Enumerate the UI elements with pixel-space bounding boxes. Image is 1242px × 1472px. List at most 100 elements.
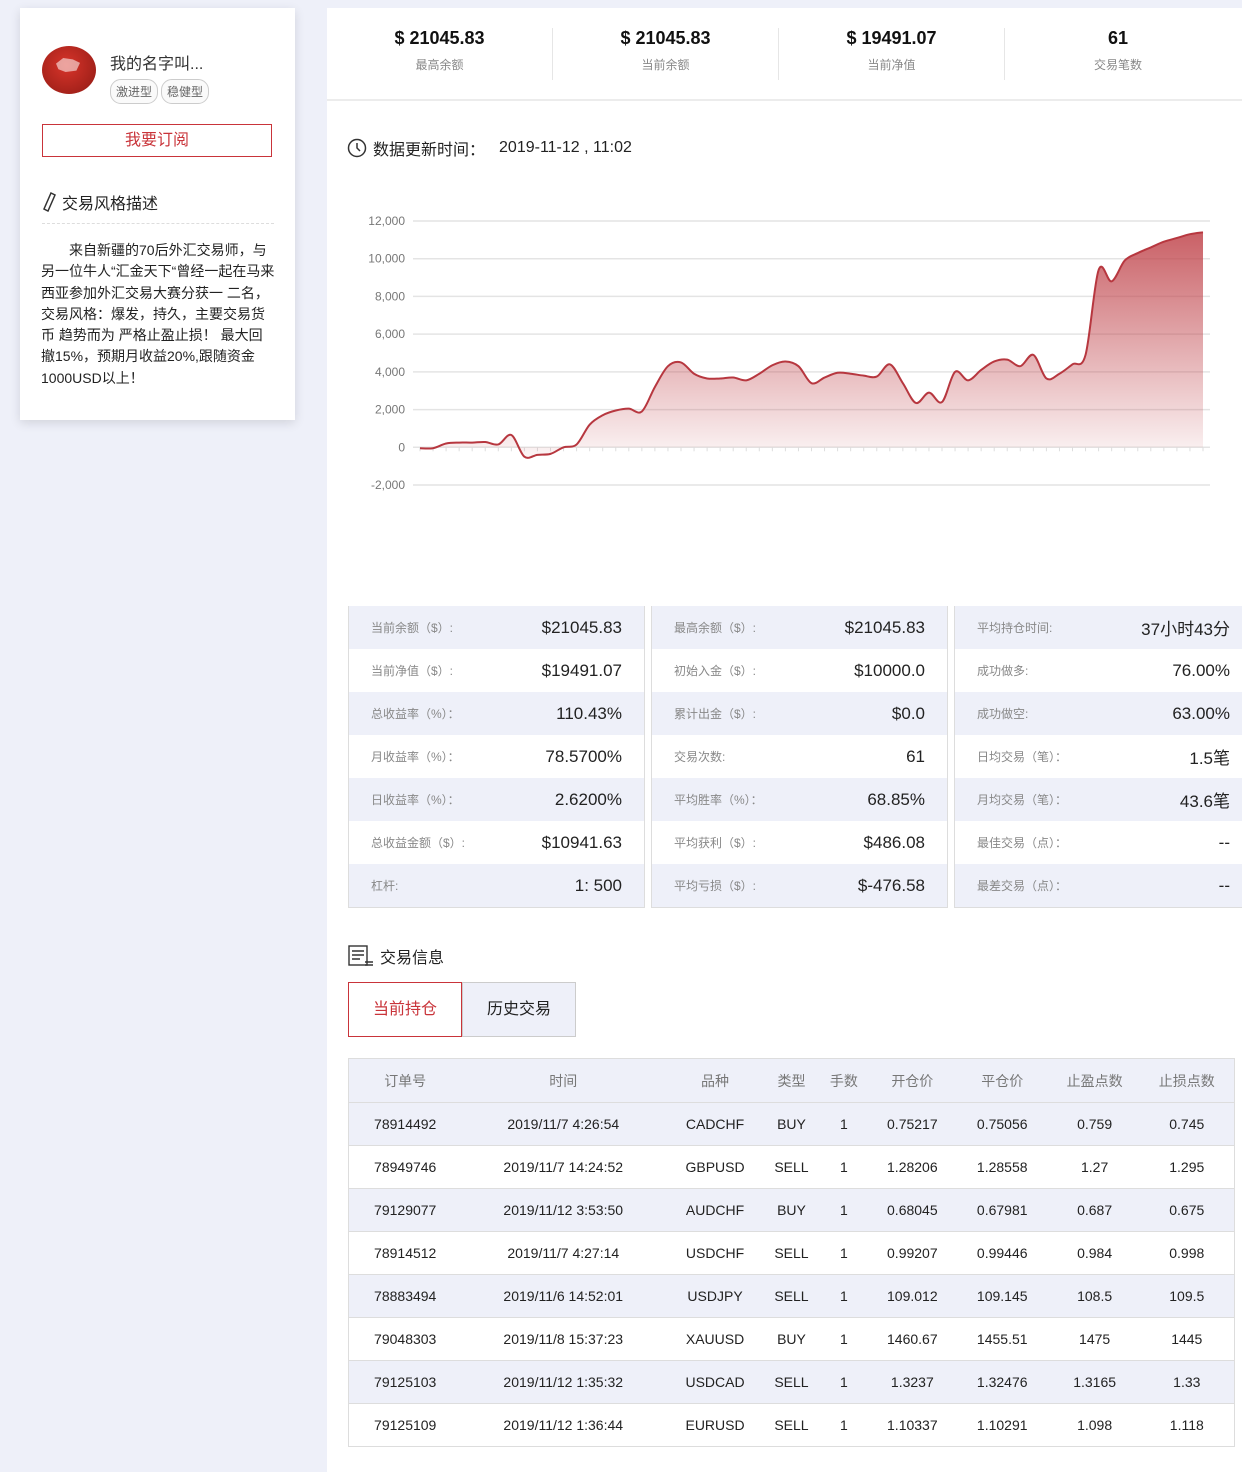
table-cell: 2019/11/12 1:36:44 (503, 1417, 624, 1433)
table-row[interactable]: 79048303 2019/11/8 15:37:23 XAUUSD BUY 1 1460… (348, 1318, 1235, 1361)
positions-table: 订单号 时间 品种 类型 手数 开仓价 平仓价 止盈点数 止损点数 78914492 2019/1… (348, 1058, 1235, 1447)
table-cell: 1.295 (1169, 1159, 1205, 1175)
table-row[interactable]: 79125109 2019/11/12 1:36:44 EURUSD SELL 1 1.1… (348, 1404, 1235, 1447)
stat-value: 76.00% (1172, 660, 1230, 680)
stat-row: 成功做空: 63.00% (955, 692, 1242, 735)
table-cell: SELL (774, 1245, 809, 1261)
y-tick-label: 6,000 (375, 327, 405, 341)
table-row[interactable]: 78883494 2019/11/6 14:52:01 USDJPY SELL 1 109… (348, 1274, 1235, 1318)
trader-profile-card: 我的名字叫... 激进型 稳健型 我要订阅 交易风格描述 来自新疆的70后外汇交… (20, 8, 295, 420)
table-cell: BUY (777, 1202, 806, 1218)
table-row[interactable]: 78949746 2019/11/7 14:24:52 GBPUSD SELL 1 1.2… (348, 1146, 1235, 1189)
table-cell: 1.3237 (890, 1374, 934, 1390)
stat-row: 平均获利（$）: $486.08 (652, 821, 947, 864)
table-cell: 1.10337 (887, 1417, 938, 1433)
column-header[interactable]: 平仓价 (954, 1058, 1050, 1103)
table-cell: 1 (840, 1417, 848, 1433)
stat-label: 最高余额（$）: (674, 621, 757, 635)
table-cell: 79125103 (374, 1374, 437, 1390)
stats-column: 平均持仓时间: 37小时43分成功做多: 76.00% 成功做空: 63.00% 日均交易… (954, 606, 1242, 908)
column-header[interactable]: 开仓价 (869, 1058, 955, 1103)
table-cell: USDCHF (685, 1245, 745, 1261)
stat-value: 37小时43分 (1141, 620, 1230, 639)
stat-value: $21045.83 (844, 617, 925, 637)
table-cell: 109.012 (887, 1288, 938, 1304)
style-title: 交易风格描述 (62, 196, 159, 213)
list-icon (348, 945, 373, 966)
table-cell: 78914512 (374, 1245, 437, 1261)
stat-label: 日收益率（%）： (371, 793, 460, 807)
table-cell: 109.145 (976, 1288, 1028, 1304)
table-cell: 78883494 (374, 1288, 437, 1304)
stat-label: 最差交易（点）： (977, 879, 1068, 893)
y-tick-label: 10,000 (368, 252, 405, 266)
table-cell: 109.5 (1169, 1288, 1205, 1304)
table-cell: 1445 (1171, 1331, 1203, 1347)
table-row[interactable]: 79125103 2019/11/12 1:35:32 USDCAD SELL 1 1.3… (348, 1360, 1235, 1404)
table-row[interactable]: 79129077 2019/11/12 3:53:50 AUDCHF BUY 1 0.68… (348, 1188, 1235, 1232)
table-cell: BUY (777, 1116, 806, 1132)
trade-info-heading: 交易信息 (348, 944, 444, 968)
table-cell: 1 (840, 1245, 848, 1261)
table-cell: 0.745 (1169, 1116, 1205, 1132)
main-panel: $ 21045.83 最高余额 $ 21045.83 当前余额 $ 19491.07… (327, 8, 1242, 1472)
table-row[interactable]: 78914512 2019/11/7 4:27:14 USDCHF SELL 1 0.99… (348, 1232, 1235, 1275)
table-cell: 1455.51 (976, 1331, 1028, 1347)
column-header[interactable]: 止盈点数 (1049, 1058, 1140, 1103)
table-cell: 108.5 (1077, 1288, 1113, 1304)
table-cell: 0.67981 (976, 1202, 1028, 1218)
stat-value: 78.5700% (545, 746, 622, 766)
stat-label: 月均交易（笔）： (977, 793, 1068, 807)
table-cell: 1.118 (1169, 1417, 1204, 1433)
table-cell: 1.27 (1080, 1159, 1109, 1175)
table-cell: XAUUSD (685, 1331, 745, 1347)
column-header[interactable]: 止损点数 (1139, 1058, 1235, 1103)
y-tick-label: 12,000 (368, 214, 405, 228)
stat-value: 61 (906, 746, 925, 766)
table-cell: CADCHF (685, 1116, 745, 1132)
table-cell: 1.32476 (976, 1374, 1028, 1390)
subscribe-button[interactable]: 我要订阅 (42, 124, 272, 157)
stat-label: 日均交易（笔）： (977, 750, 1068, 764)
table-cell: 2019/11/12 1:35:32 (503, 1374, 624, 1390)
stat-value: $486.08 (863, 832, 925, 852)
table-row[interactable]: 78914492 2019/11/7 4:26:54 CADCHF BUY 1 0.752… (348, 1102, 1235, 1146)
table-cell: USDCAD (685, 1374, 745, 1390)
column-header[interactable]: 时间 (461, 1058, 666, 1103)
table-cell: 1 (840, 1374, 848, 1390)
stat-label: 成功做空: (977, 707, 1029, 721)
table-cell: 0.75217 (887, 1116, 938, 1132)
table-cell: SELL (774, 1159, 809, 1175)
stat-label: 成功做多: (977, 664, 1029, 678)
table-cell: 1475 (1079, 1331, 1111, 1347)
stat-label: 月收益率（%）： (371, 750, 460, 764)
stat-label: 交易次数: (674, 750, 726, 764)
stat-value: $10941.63 (541, 832, 622, 852)
tab-current-positions[interactable]: 当前持仓 (348, 982, 462, 1037)
column-header[interactable]: 手数 (817, 1058, 870, 1103)
area-fill (420, 232, 1203, 458)
column-header[interactable]: 类型 (765, 1058, 818, 1103)
stat-label: 平均持仓时间: (977, 621, 1053, 635)
table-cell: 2019/11/6 14:52:01 (503, 1288, 624, 1304)
tab-history-trades[interactable]: 历史交易 (462, 982, 576, 1037)
stat-row: 初始入金（$）: $10000.0 (652, 649, 947, 692)
stat-row: 平均亏损（$）: $-476.58 (652, 864, 947, 907)
table-cell: 0.75056 (976, 1116, 1028, 1132)
y-tick-label: 2,000 (375, 403, 405, 417)
style-tag: 稳健型 (161, 79, 210, 104)
y-tick-label: -2,000 (371, 478, 405, 492)
stat-row: 交易次数: 61 (652, 735, 947, 778)
stat-row: 杠杆: 1: 500 (349, 864, 644, 907)
column-header[interactable]: 品种 (665, 1058, 765, 1103)
table-cell: 1 (840, 1288, 848, 1304)
style-tag: 激进型 (110, 79, 159, 104)
table-cell: 1460.67 (887, 1331, 938, 1347)
stat-value: $0.0 (891, 703, 925, 723)
table-cell: 1 (840, 1159, 848, 1175)
table-cell: EURUSD (685, 1417, 745, 1433)
column-header[interactable]: 订单号 (348, 1058, 462, 1103)
trader-name: 我的名字叫... (110, 56, 204, 73)
stat-value: -- (1218, 832, 1230, 852)
table-cell: 0.984 (1077, 1245, 1113, 1261)
